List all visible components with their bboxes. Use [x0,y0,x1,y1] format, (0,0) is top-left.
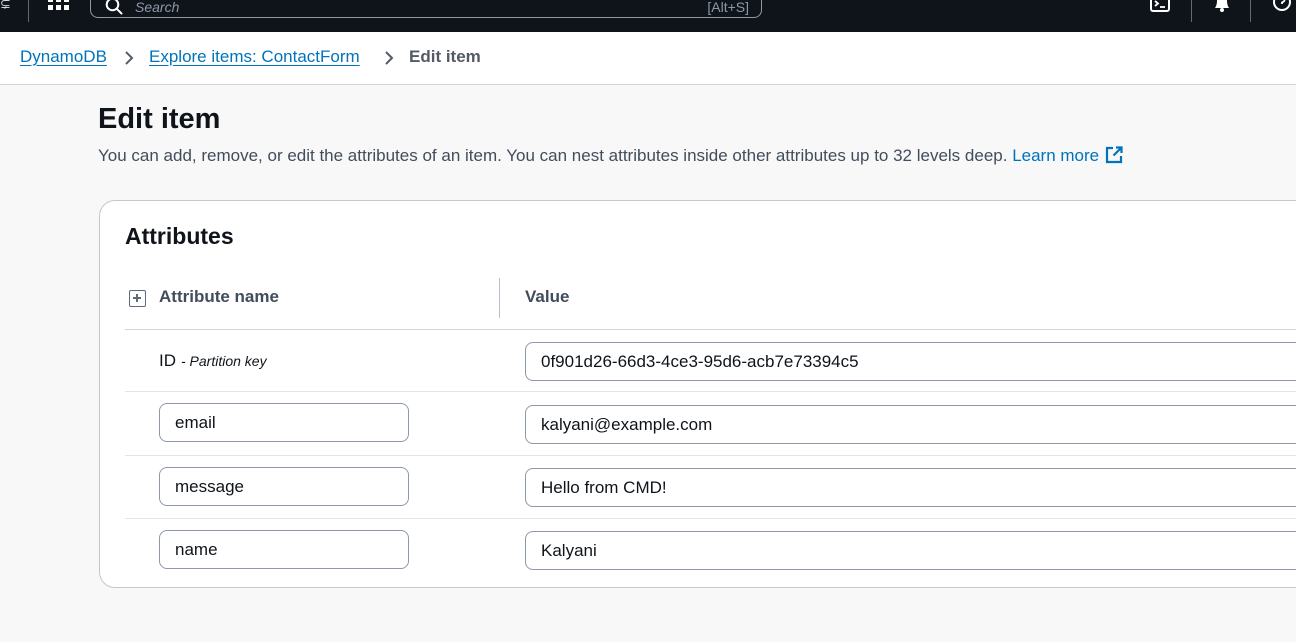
breadcrumb: DynamoDB Explore items: ContactForm Edit… [0,32,1296,85]
breadcrumb-dynamodb[interactable]: DynamoDB [20,47,107,67]
search-shortcut: [Alt+S] [707,0,749,15]
chevron-right-icon [385,51,394,65]
search-bar[interactable]: Search [Alt+S] [90,0,762,18]
column-header-attribute-name: Attribute name [159,287,279,306]
column-resizer[interactable] [499,278,500,318]
breadcrumb-current: Edit item [409,47,481,66]
learn-more-label: Learn more [1012,146,1100,165]
partition-key-value-field[interactable]: 0f901d26-66d3-4ce3-95d6-acb7e73394c5 [525,342,1296,381]
row-divider [125,391,1296,392]
page-title: Edit item [98,103,221,135]
column-header-value: Value [525,287,570,306]
nav-separator [1191,0,1192,22]
service-menu-icon[interactable]: ⊊ [0,0,12,12]
breadcrumb-explore-items[interactable]: Explore items: ContactForm [149,47,360,67]
attribute-value-field[interactable]: Kalyani [525,531,1296,570]
expand-all-icon[interactable] [129,290,146,307]
partition-key-note: - Partition key [181,353,267,369]
row-divider [125,518,1296,519]
partition-key-name: ID [159,351,176,370]
help-icon[interactable] [1272,0,1292,12]
chevron-right-icon [125,51,134,65]
attributes-title: Attributes [125,223,234,249]
nav-separator [1250,0,1251,22]
partition-key-label: ID - Partition key [159,351,267,371]
row-divider [125,455,1296,456]
description-text: You can add, remove, or edit the attribu… [98,146,1008,165]
attributes-panel: Attributes Attribute name Value ID - Part… [99,200,1296,588]
nav-separator [28,0,29,22]
attribute-value-field[interactable]: kalyani@example.com [525,405,1296,444]
notifications-bell-icon[interactable] [1211,0,1233,12]
search-placeholder: Search [135,0,180,15]
cloudshell-icon[interactable] [1150,0,1170,12]
top-navigation: ⊊ Search [Alt+S] [0,0,1296,32]
header-divider [125,329,1296,330]
attribute-name-field[interactable]: message [159,467,409,506]
external-link-icon [1106,146,1123,164]
learn-more-link[interactable]: Learn more [1012,146,1123,165]
attribute-name-field[interactable]: email [159,403,409,442]
apps-grid-icon[interactable] [48,0,69,11]
attribute-name-field[interactable]: name [159,530,409,569]
search-icon [105,0,123,15]
page-description: You can add, remove, or edit the attribu… [98,146,1123,166]
main-content: Edit item You can add, remove, or edit t… [0,85,1296,642]
attribute-value-field[interactable]: Hello from CMD! [525,468,1296,507]
